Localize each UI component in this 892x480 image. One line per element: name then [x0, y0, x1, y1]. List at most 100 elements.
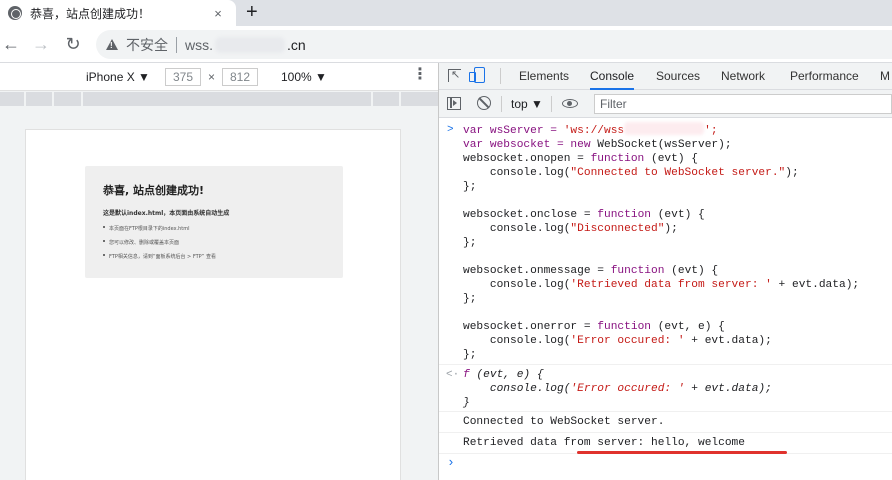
code-text: console.log( — [463, 167, 571, 179]
url-redacted — [215, 36, 285, 53]
device-emulation-pane: iPhone X ▼ 375 × 812 100% ▼ ⋮ 恭喜, 站点创建成功… — [0, 63, 438, 480]
code-string: 'ws://wss — [563, 125, 625, 137]
security-label[interactable]: 不安全 — [126, 35, 168, 55]
code-string: '; — [704, 125, 718, 137]
globe-icon — [8, 6, 22, 20]
console-log-entry[interactable]: Connected to WebSocket server. — [439, 412, 892, 433]
function-preview: f (evt, e) { console.log('Error occured:… — [439, 365, 892, 410]
code-keyword: f — [463, 369, 470, 381]
ruler-segment[interactable] — [83, 92, 373, 106]
code-text: + evt.data); — [771, 279, 860, 291]
tab-strip: 恭喜，站点创建成功！ × + — [0, 0, 892, 26]
width-input[interactable]: 375 — [165, 68, 201, 86]
code-text: (evt, e) { — [469, 369, 544, 381]
toolbar-divider — [500, 68, 501, 84]
code-text: (evt, e) { — [651, 321, 725, 333]
device-toggle-icon[interactable] — [469, 67, 485, 83]
code-string: 'Retrieved data from server: ' — [570, 279, 772, 291]
list-item: FTP相关信息，请到“面板系统后台 > FTP” 查看 — [103, 253, 325, 260]
device-select[interactable]: iPhone X ▼ — [86, 70, 150, 84]
prompt-chevron-icon: › — [447, 455, 455, 470]
code-text: (evt) { — [644, 153, 698, 165]
code-text: }; — [463, 293, 477, 305]
code-keyword: function — [597, 321, 651, 333]
toolbar-divider — [501, 96, 502, 112]
code-keyword: new — [570, 139, 591, 151]
warning-icon[interactable] — [106, 39, 118, 50]
height-input[interactable]: 812 — [222, 68, 258, 86]
zoom-select[interactable]: 100% ▼ — [281, 70, 327, 84]
tab-console[interactable]: Console — [590, 63, 635, 90]
tab-title: 恭喜，站点创建成功！ — [30, 6, 151, 21]
context-select[interactable]: top ▼ — [511, 97, 543, 111]
code-text: console.log( — [463, 223, 571, 235]
code-text: websocket.onclose = — [463, 209, 598, 221]
code-text: ); — [785, 167, 799, 179]
new-tab-button[interactable]: + — [246, 1, 258, 23]
emulated-viewport: 恭喜, 站点创建成功! 这是默认index.html，本页面由系统自动生成 本页… — [25, 129, 401, 480]
code-text: websocket.onerror = — [463, 321, 598, 333]
close-tab-icon[interactable]: × — [210, 6, 226, 21]
code-text: ); — [664, 223, 678, 235]
code-string: 'Error occured: ' — [570, 335, 685, 347]
ruler-segment[interactable] — [26, 92, 54, 106]
inspect-element-icon[interactable] — [448, 68, 461, 82]
clear-console-icon[interactable] — [477, 96, 491, 110]
prompt-chevron-icon: > — [447, 124, 454, 136]
code-keyword: function — [597, 209, 651, 221]
ruler-segment[interactable] — [0, 92, 26, 106]
code-string: "Connected to WebSocket server." — [570, 167, 786, 179]
omnibox[interactable]: 不安全 wss. .cn — [96, 30, 892, 59]
forward-button[interactable]: → — [30, 33, 52, 55]
tab-sources[interactable]: Sources — [656, 63, 700, 90]
console-prompt[interactable]: › — [439, 454, 892, 476]
more-options-icon[interactable]: ⋮ — [412, 66, 428, 84]
code-text: }; — [463, 349, 477, 361]
code-text: websocket.onopen = — [463, 153, 591, 165]
console-log-entry[interactable]: Retrieved data from server: hello, welco… — [439, 433, 892, 454]
code-text: } — [463, 397, 470, 409]
code-text: WebSocket(wsServer); — [590, 139, 732, 151]
page-title: 恭喜, 站点创建成功! — [103, 184, 205, 197]
code-string: "Disconnected" — [570, 223, 665, 235]
tab-elements[interactable]: Elements — [519, 63, 569, 90]
media-query-ruler[interactable] — [0, 92, 438, 106]
console-input-entry[interactable]: > var wsServer = 'ws://wss '; var websock… — [439, 119, 892, 365]
devtools-tabbar: Elements Console Sources Network Perform… — [439, 63, 892, 90]
toolbar-divider — [551, 96, 552, 112]
code-text: }; — [463, 181, 477, 193]
url-end: .cn — [287, 36, 306, 53]
code-text: console.log( — [463, 279, 571, 291]
url-start: wss. — [185, 36, 213, 53]
code-text: websocket.onmessage = — [463, 265, 611, 277]
code-text: var wsServer = — [463, 125, 564, 137]
browser-tab[interactable]: 恭喜，站点创建成功！ × — [0, 0, 236, 26]
code-text: var websocket = — [463, 139, 570, 151]
code-text: (evt) { — [651, 209, 705, 221]
reload-button[interactable]: ↻ — [62, 33, 84, 55]
info-list: 本页面在FTP根目录下的index.html 您可以修改、删除或覆盖本页面 FT… — [103, 225, 325, 260]
tab-performance[interactable]: Performance — [790, 63, 859, 90]
ruler-segment[interactable] — [54, 92, 83, 106]
show-sidebar-icon[interactable] — [447, 97, 461, 110]
code-text: }; — [463, 237, 477, 249]
device-toolbar: iPhone X ▼ 375 × 812 100% ▼ ⋮ — [0, 63, 438, 91]
result-arrow-icon: <· — [446, 369, 460, 381]
console-filter-input[interactable] — [594, 94, 892, 114]
tab-more[interactable]: M — [880, 63, 890, 90]
redacted-host — [624, 122, 705, 135]
tab-network[interactable]: Network — [721, 63, 765, 90]
welcome-card: 恭喜, 站点创建成功! 这是默认index.html，本页面由系统自动生成 本页… — [85, 166, 343, 278]
code-text: console.log( — [463, 383, 571, 395]
live-expression-eye-icon[interactable] — [562, 99, 578, 108]
code-keyword: function — [590, 153, 645, 165]
console-result-entry[interactable]: <· f (evt, e) { console.log('Error occur… — [439, 365, 892, 412]
page-subtitle: 这是默认index.html，本页面由系统自动生成 — [103, 210, 230, 217]
list-item: 本页面在FTP根目录下的index.html — [103, 225, 325, 232]
ruler-segment[interactable] — [373, 92, 401, 106]
code-string: 'Error occured: ' — [570, 383, 685, 395]
code-text: (evt) { — [664, 265, 719, 277]
back-button[interactable]: ← — [0, 33, 22, 55]
code-text: console.log( — [463, 335, 571, 347]
omnibox-divider — [176, 36, 177, 53]
